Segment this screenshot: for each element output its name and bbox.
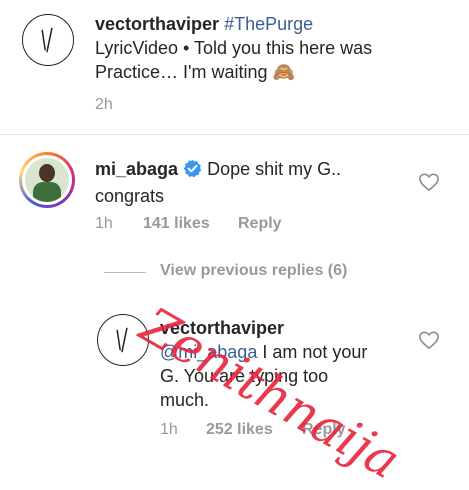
view-previous-replies[interactable]: View previous replies (6) bbox=[160, 262, 347, 280]
reply-body: vectorthaviper @mi_abaga I am not your G… bbox=[160, 316, 420, 412]
reply-timestamp: 1h bbox=[160, 421, 178, 438]
comment-text-line-2: congrats bbox=[95, 186, 165, 206]
comment-timestamp: 1h bbox=[95, 215, 113, 232]
caption-line-2: Practice… I'm waiting bbox=[95, 62, 268, 82]
verified-badge-icon bbox=[183, 159, 202, 184]
post-timestamp: 2h bbox=[95, 96, 113, 113]
heart-icon[interactable] bbox=[418, 330, 440, 350]
comment-avatar-ring[interactable] bbox=[19, 152, 75, 208]
reply-avatar[interactable] bbox=[97, 314, 149, 366]
reply-likes[interactable]: 252 likes bbox=[206, 421, 273, 439]
reply-mention[interactable]: @mi_abaga bbox=[160, 342, 257, 362]
avatar bbox=[25, 158, 69, 202]
comment-text-line-1: Dope shit my G.. bbox=[207, 159, 342, 179]
reply-text-line-2: G. You are typing too bbox=[160, 366, 329, 386]
vector-logo-icon bbox=[41, 27, 53, 53]
vector-logo-icon bbox=[116, 327, 128, 353]
comment-username[interactable]: mi_abaga bbox=[95, 159, 178, 179]
reply-reply-button[interactable]: Reply bbox=[302, 421, 346, 439]
comment-body: mi_abaga Dope shit my G.. congrats bbox=[95, 157, 415, 208]
replies-line bbox=[104, 272, 146, 273]
comment-likes[interactable]: 141 likes bbox=[143, 215, 210, 233]
reply-username[interactable]: vectorthaviper bbox=[160, 316, 420, 340]
post-username[interactable]: vectorthaviper bbox=[95, 14, 219, 34]
post-hashtag[interactable]: #ThePurge bbox=[224, 14, 313, 34]
caption-line-1: LyricVideo • Told you this here was bbox=[95, 38, 373, 58]
post-avatar[interactable] bbox=[22, 14, 74, 66]
reply-text-line-1: I am not your bbox=[257, 342, 368, 362]
monkey-emoji-icon: 🙈 bbox=[272, 62, 295, 82]
post-caption: vectorthaviper #ThePurge LyricVideo • To… bbox=[95, 12, 455, 84]
comment-reply-button[interactable]: Reply bbox=[238, 215, 282, 233]
reply-text-line-3: much. bbox=[160, 390, 210, 410]
heart-icon[interactable] bbox=[418, 172, 440, 192]
divider bbox=[0, 134, 469, 135]
